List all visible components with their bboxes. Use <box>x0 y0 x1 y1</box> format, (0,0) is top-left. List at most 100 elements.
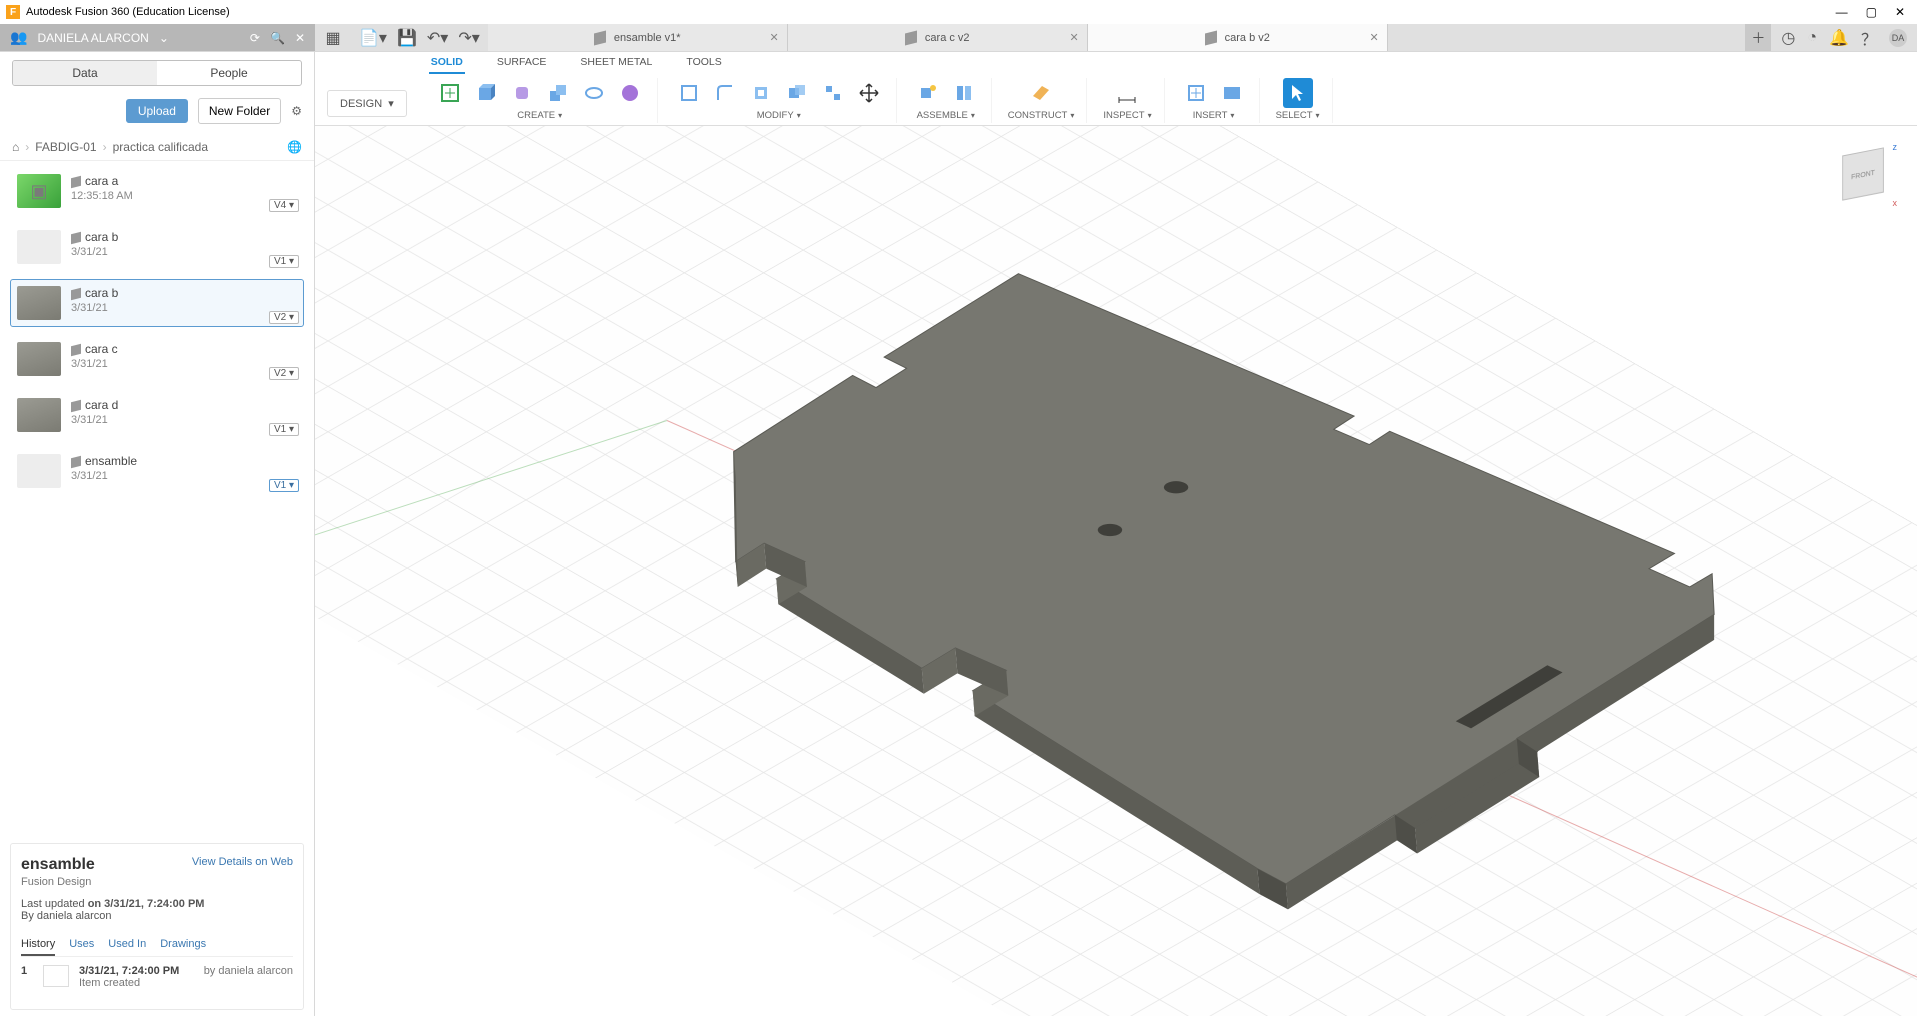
joint-button[interactable] <box>949 78 979 108</box>
new-tab-button[interactable]: ＋ <box>1745 24 1771 51</box>
file-item[interactable]: ensamble 3/31/21 V1 ▾ <box>10 447 304 495</box>
file-item[interactable]: cara d 3/31/21 V1 ▾ <box>10 391 304 439</box>
measure-button[interactable] <box>1112 78 1142 108</box>
user-box: 👥 DANIELA ALARCON ⌄ ⟳ 🔍 ✕ <box>0 24 315 51</box>
workspace-selector[interactable]: DESIGN▾ <box>327 90 407 117</box>
globe-icon[interactable]: 🌐 <box>287 140 302 154</box>
version-badge[interactable]: V2 ▾ <box>269 311 299 324</box>
breadcrumb-level1[interactable]: FABDIG-01 <box>35 140 96 154</box>
plane-button[interactable] <box>1026 78 1056 108</box>
gear-icon[interactable]: ⚙ <box>291 104 302 118</box>
segment-people[interactable]: People <box>157 61 301 85</box>
redo-icon[interactable]: ↷▾ <box>458 28 479 48</box>
align-button[interactable] <box>818 78 848 108</box>
move-button[interactable] <box>854 78 884 108</box>
team-icon[interactable]: 👥 <box>10 29 27 46</box>
version-badge[interactable]: V1 ▾ <box>269 423 299 436</box>
file-item[interactable]: cara b 3/31/21 V2 ▾ <box>10 279 304 327</box>
sketch-button[interactable] <box>435 78 465 108</box>
extensions-icon[interactable]: ◷ <box>1781 28 1795 48</box>
group-dropdown-icon[interactable] <box>1316 110 1320 121</box>
help-icon[interactable]: ？ <box>1861 26 1877 50</box>
group-dropdown-icon[interactable] <box>1070 110 1074 121</box>
group-dropdown-icon[interactable] <box>558 110 562 121</box>
file-thumbnail <box>17 398 61 432</box>
version-badge[interactable]: V1 ▾ <box>269 479 299 492</box>
tab-close-icon[interactable]: ✕ <box>770 31 779 44</box>
tab-close-icon[interactable]: ✕ <box>1370 31 1379 44</box>
form-button[interactable] <box>507 78 537 108</box>
presspull-button[interactable] <box>674 78 704 108</box>
canvas[interactable]: z FRONT x <box>315 126 1917 1016</box>
breadcrumb-level2[interactable]: practica calificada <box>113 140 208 154</box>
tab-history[interactable]: History <box>21 934 55 956</box>
context-tab-sheetmetal[interactable]: SHEET METAL <box>578 52 654 74</box>
component-icon <box>71 288 81 300</box>
new-component-button[interactable] <box>913 78 943 108</box>
job-status-icon[interactable]: ◔ <box>1807 29 1817 47</box>
group-dropdown-icon[interactable] <box>1148 110 1152 121</box>
details-subtype: Fusion Design <box>21 876 293 888</box>
doc-tab-cara-c[interactable]: cara c v2 ✕ <box>788 24 1088 51</box>
file-date: 3/31/21 <box>71 414 118 426</box>
tab-uses[interactable]: Uses <box>69 934 94 956</box>
group-dropdown-icon[interactable] <box>1230 110 1234 121</box>
revolve-button[interactable] <box>579 78 609 108</box>
file-thumbnail: ▣ <box>17 174 61 208</box>
avatar[interactable]: DA <box>1889 29 1907 47</box>
group-select: SELECT <box>1264 78 1333 123</box>
tab-drawings[interactable]: Drawings <box>160 934 206 956</box>
version-badge[interactable]: V1 ▾ <box>269 255 299 268</box>
window-close-icon[interactable]: ✕ <box>1895 5 1905 19</box>
version-badge[interactable]: V4 ▾ <box>269 199 299 212</box>
chevron-down-icon: ▾ <box>388 97 394 110</box>
undo-icon[interactable]: ↶▾ <box>427 28 448 48</box>
select-button[interactable] <box>1283 78 1313 108</box>
context-tab-solid[interactable]: SOLID <box>429 52 465 74</box>
new-folder-button[interactable]: New Folder <box>198 98 281 124</box>
insert-derive-button[interactable] <box>1181 78 1211 108</box>
version-badge[interactable]: V2 ▾ <box>269 367 299 380</box>
component-icon <box>905 30 917 45</box>
doc-tab-cara-b[interactable]: cara b v2 ✕ <box>1088 24 1388 51</box>
notifications-icon[interactable]: 🔔 <box>1829 28 1849 48</box>
history-index: 1 <box>21 965 33 977</box>
loft-button[interactable] <box>615 78 645 108</box>
file-item[interactable]: cara b 3/31/21 V1 ▾ <box>10 223 304 271</box>
window-minimize-icon[interactable]: — <box>1836 5 1848 19</box>
file-menu-icon[interactable]: 📄▾ <box>359 28 387 48</box>
viewcube-face[interactable]: FRONT <box>1842 147 1884 200</box>
model-3d[interactable] <box>667 233 1756 945</box>
group-dropdown-icon[interactable] <box>797 110 801 121</box>
doc-tab-ensamble[interactable]: ensamble v1* ✕ <box>488 24 788 51</box>
segment-data[interactable]: Data <box>13 61 157 85</box>
upload-button[interactable]: Upload <box>126 99 188 123</box>
chevron-down-icon[interactable]: ⌄ <box>159 31 169 45</box>
fillet-button[interactable] <box>710 78 740 108</box>
file-item[interactable]: ▣ cara a 12:35:18 AM V4 ▾ <box>10 167 304 215</box>
file-date: 3/31/21 <box>71 246 118 258</box>
file-name: cara b <box>71 230 118 244</box>
tab-usedin[interactable]: Used In <box>108 934 146 956</box>
breadcrumb-home-icon[interactable]: ⌂ <box>12 140 19 154</box>
panel-close-icon[interactable]: ✕ <box>295 31 305 45</box>
extrude-button[interactable] <box>543 78 573 108</box>
tab-close-icon[interactable]: ✕ <box>1070 31 1079 44</box>
context-tab-surface[interactable]: SURFACE <box>495 52 549 74</box>
save-icon[interactable]: 💾 <box>397 28 417 48</box>
viewcube[interactable]: z FRONT x <box>1833 144 1893 204</box>
details-card: View Details on Web ensamble Fusion Desi… <box>10 843 304 1010</box>
search-icon[interactable]: 🔍 <box>270 31 285 45</box>
user-name[interactable]: DANIELA ALARCON <box>37 31 148 45</box>
insert-decal-button[interactable] <box>1217 78 1247 108</box>
context-tab-tools[interactable]: TOOLS <box>684 52 723 74</box>
view-details-web-link[interactable]: View Details on Web <box>192 856 293 868</box>
box-button[interactable] <box>471 78 501 108</box>
file-item[interactable]: cara c 3/31/21 V2 ▾ <box>10 335 304 383</box>
grid-apps-icon[interactable]: ▦ <box>315 24 351 51</box>
shell-button[interactable] <box>746 78 776 108</box>
combine-button[interactable] <box>782 78 812 108</box>
refresh-icon[interactable]: ⟳ <box>250 31 260 45</box>
group-dropdown-icon[interactable] <box>971 110 975 121</box>
window-maximize-icon[interactable]: ▢ <box>1866 5 1877 19</box>
